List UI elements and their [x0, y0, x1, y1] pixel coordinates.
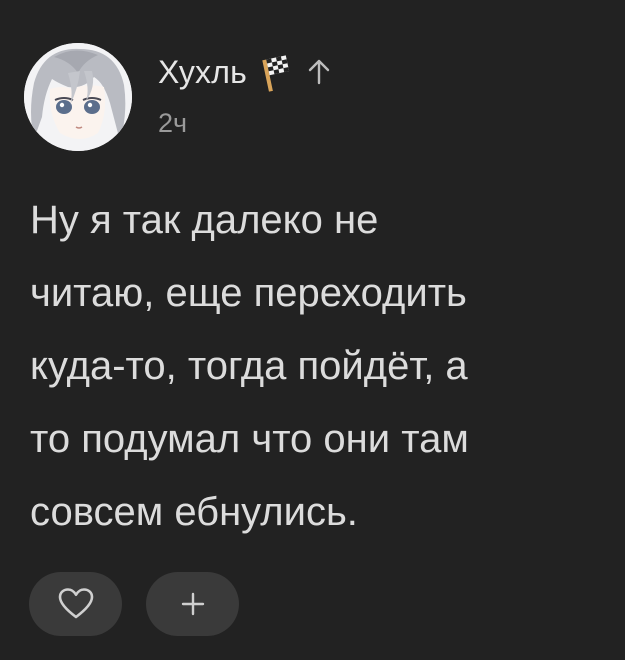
comment-line: Ну я так далеко не — [30, 198, 379, 242]
comment-line: совсем ебнулись. — [30, 490, 358, 534]
arrow-up-icon — [307, 57, 331, 87]
timestamp: 2ч — [158, 108, 188, 138]
author-name[interactable]: Хухль — [158, 54, 247, 91]
plus-icon — [181, 592, 204, 616]
checkered-flag-icon — [257, 52, 293, 92]
like-button[interactable] — [29, 572, 122, 636]
comment-line: то подумал что они там — [30, 417, 469, 461]
comment-text: Ну я так далеко не читаю, еще переходить… — [30, 184, 610, 549]
comment-card: Хухль 2ч Ну я так далеко не читаю, еще п… — [0, 0, 625, 660]
comment-actions — [29, 572, 239, 636]
comment-line: читаю, еще переходить — [30, 271, 467, 315]
author-row: Хухль — [158, 50, 331, 94]
add-reaction-button[interactable] — [146, 572, 239, 636]
avatar[interactable] — [24, 43, 132, 151]
comment-line: куда-то, тогда пойдёт, а — [30, 344, 468, 388]
heart-icon — [58, 588, 93, 619]
